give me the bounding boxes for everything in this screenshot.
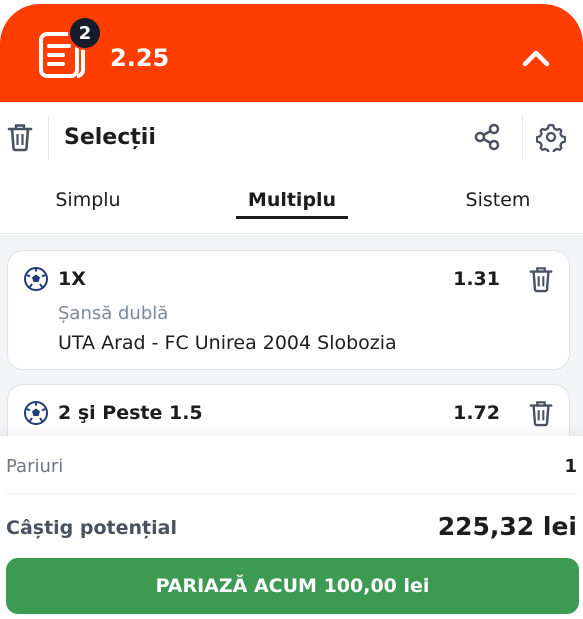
trash-icon[interactable] (528, 399, 554, 427)
chevron-up-icon[interactable] (516, 40, 556, 76)
toolbar-divider (522, 116, 523, 160)
betslip-header[interactable]: 2 2.25 (0, 4, 583, 102)
selection-market: Șansă dublă (58, 303, 169, 324)
total-odds: 2.25 (110, 44, 170, 72)
place-bet-button[interactable]: PARIAZĂ ACUM 100,00 lei (6, 558, 579, 614)
selection-card[interactable]: 1X 1.31 Șansă dublă UTA Arad - FC Unirea… (7, 250, 570, 370)
tab-simplu[interactable]: Simplu (50, 186, 126, 214)
toolbar-divider (48, 116, 49, 160)
selection-match: UTA Arad - FC Unirea 2004 Slobozia (58, 332, 397, 354)
active-tab-indicator (236, 216, 348, 219)
potential-win-label: Câștig potențial (6, 517, 177, 539)
bets-count: 1 (564, 456, 577, 477)
bet-summary: Pariuri 1 Câștig potențial 225,32 lei PA… (0, 436, 583, 619)
selections-toolbar: Selecții (0, 102, 583, 172)
selection-count-badge: 2 (68, 16, 102, 50)
bets-label: Pariuri (6, 456, 64, 477)
selection-odds: 1.31 (453, 268, 500, 290)
summary-divider (6, 493, 577, 494)
trash-icon[interactable] (6, 122, 34, 152)
gear-icon[interactable] (536, 122, 566, 152)
potential-win-value: 225,32 lei (437, 512, 577, 541)
selection-pick: 2 şi Peste 1.5 (58, 402, 203, 424)
tab-multiplu[interactable]: Multiplu (236, 186, 348, 214)
football-icon (24, 401, 48, 425)
bet-type-tabs: Simplu Multiplu Sistem (0, 172, 583, 234)
selection-odds: 1.72 (453, 402, 500, 424)
page-title: Selecții (64, 125, 156, 150)
selection-pick: 1X (58, 268, 86, 290)
share-icon[interactable] (472, 122, 502, 152)
football-icon (24, 267, 48, 291)
trash-icon[interactable] (528, 265, 554, 293)
tab-sistem[interactable]: Sistem (460, 186, 536, 214)
